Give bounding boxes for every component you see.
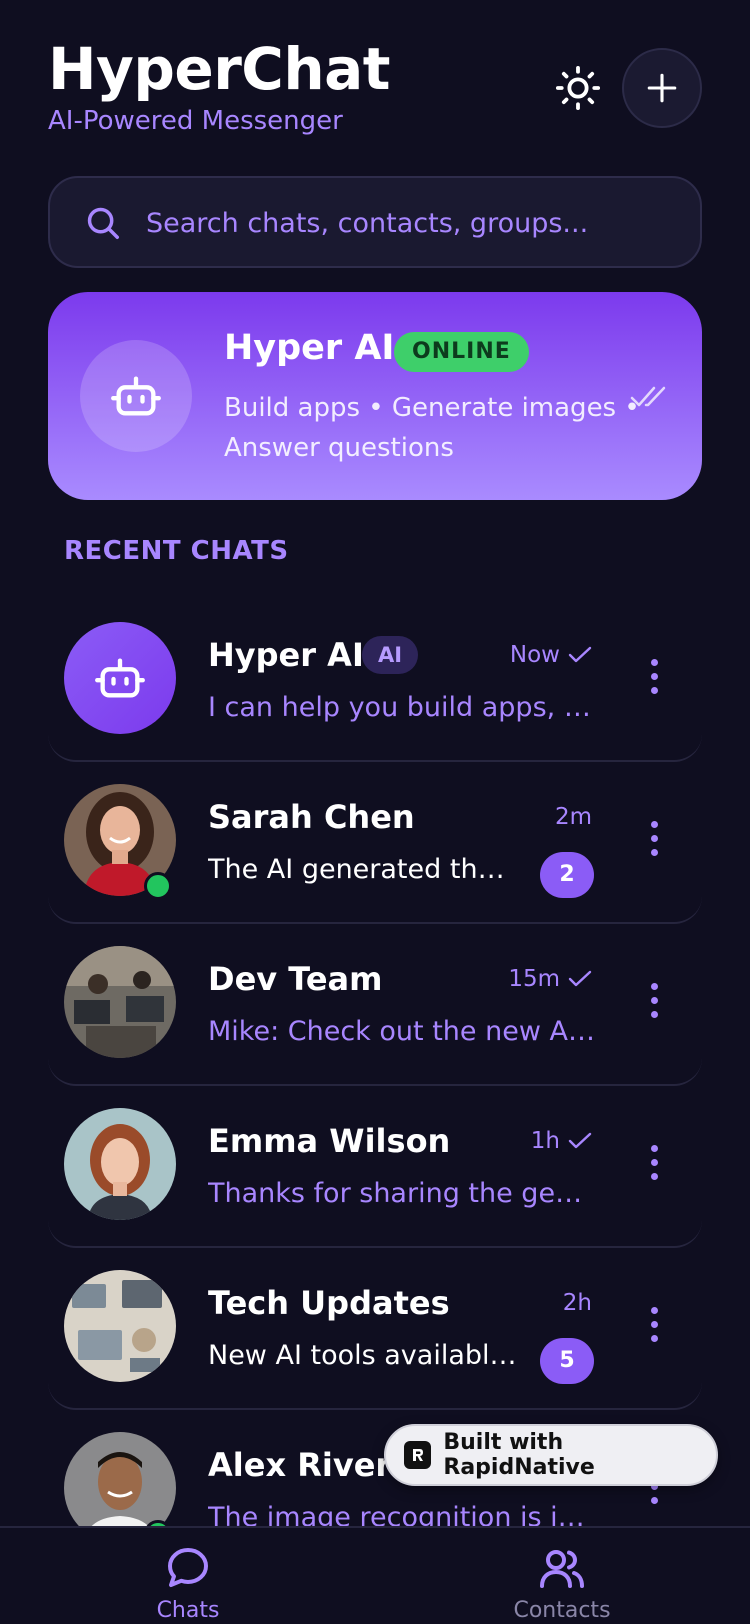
check-icon [568, 1132, 592, 1149]
robot-icon [111, 376, 161, 416]
chat-name: Tech Updates [208, 1284, 450, 1322]
avatar [64, 622, 176, 734]
ai-avatar [80, 340, 192, 452]
chat-preview: Mike: Check out the new AI ... [208, 1016, 598, 1047]
robot-icon [95, 658, 145, 698]
chat-name: Sarah Chen [208, 798, 415, 836]
hyper-ai-card[interactable]: Hyper AI ONLINE Build apps • Generate im… [48, 292, 702, 500]
chat-name: Emma Wilson [208, 1122, 451, 1160]
chat-row-sarah-chen[interactable]: Sarah Chen 2m The AI generated the ... 2 [48, 762, 702, 924]
ai-card-name: Hyper AI [224, 328, 395, 368]
sun-icon [555, 65, 601, 111]
more-options-button[interactable] [646, 1138, 662, 1186]
search-bar [48, 176, 702, 268]
chat-time-label: 2m [554, 804, 592, 830]
chat-time-label: 2h [562, 1290, 592, 1316]
check-icon [568, 970, 592, 987]
tab-chats[interactable]: Chats [118, 1544, 258, 1623]
chat-preview: New AI tools available ... [208, 1340, 518, 1371]
avatar [64, 1270, 176, 1382]
more-options-button[interactable] [646, 814, 662, 862]
chat-time: 15m [508, 966, 592, 992]
chat-time: 1h [531, 1128, 592, 1154]
online-badge: ONLINE [394, 332, 529, 372]
chat-row-hyper-ai[interactable]: Hyper AI AI Now I can help you build app… [48, 600, 702, 762]
ai-card-description: Build apps • Generate images • Answer qu… [224, 393, 640, 463]
built-with-label: Built with RapidNative [443, 1430, 595, 1480]
chat-bubble-icon [168, 1548, 208, 1587]
chat-time-label: 15m [508, 966, 560, 992]
tab-contacts-label: Contacts [513, 1598, 611, 1623]
unread-count-badge: 2 [540, 852, 594, 898]
app-header: HyperChat AI-Powered Messenger [48, 36, 702, 146]
more-options-button[interactable] [646, 652, 662, 700]
unread-count-badge: 5 [540, 1338, 594, 1384]
more-options-button[interactable] [646, 1300, 662, 1348]
chat-time: 2m [555, 804, 592, 830]
online-indicator [144, 872, 172, 900]
check-icon [568, 646, 592, 663]
rapidnative-logo-icon [404, 1441, 432, 1469]
chat-time-label: Now [509, 642, 560, 668]
more-options-button[interactable] [646, 976, 662, 1024]
search-input[interactable] [146, 200, 666, 246]
chat-time: Now [510, 642, 592, 668]
new-chat-button[interactable] [622, 48, 702, 128]
chat-row-tech-updates[interactable]: Tech Updates 2h New AI tools available .… [48, 1248, 702, 1410]
users-icon [540, 1550, 584, 1588]
chat-name: Dev Team [208, 960, 383, 998]
chat-preview: I can help you build apps, g... [208, 692, 598, 723]
bottom-nav: Chats Contacts [0, 1526, 750, 1624]
built-with-badge[interactable]: Built with RapidNative [384, 1424, 718, 1486]
plus-icon [647, 73, 677, 103]
avatar [64, 1108, 176, 1220]
chat-time-label: 1h [530, 1128, 560, 1154]
chat-preview: Thanks for sharing the gene... [208, 1178, 598, 1209]
recent-chats-label: RECENT CHATS [64, 536, 289, 566]
chat-name: Hyper AI [208, 636, 364, 674]
tab-chats-label: Chats [156, 1598, 220, 1623]
chat-name: Alex Rivera [208, 1446, 413, 1484]
avatar [64, 946, 176, 1058]
chat-preview: The AI generated the ... [208, 854, 518, 885]
ai-tag-badge: AI [362, 636, 419, 674]
tab-contacts[interactable]: Contacts [492, 1544, 632, 1623]
search-icon [87, 207, 119, 239]
theme-toggle-button[interactable] [552, 62, 604, 114]
double-check-icon [630, 386, 666, 407]
chat-time: 2h [563, 1290, 592, 1316]
chat-row-emma-wilson[interactable]: Emma Wilson 1h Thanks for sharing the ge… [48, 1086, 702, 1248]
chat-row-dev-team[interactable]: Dev Team 15m Mike: Check out the new AI … [48, 924, 702, 1086]
